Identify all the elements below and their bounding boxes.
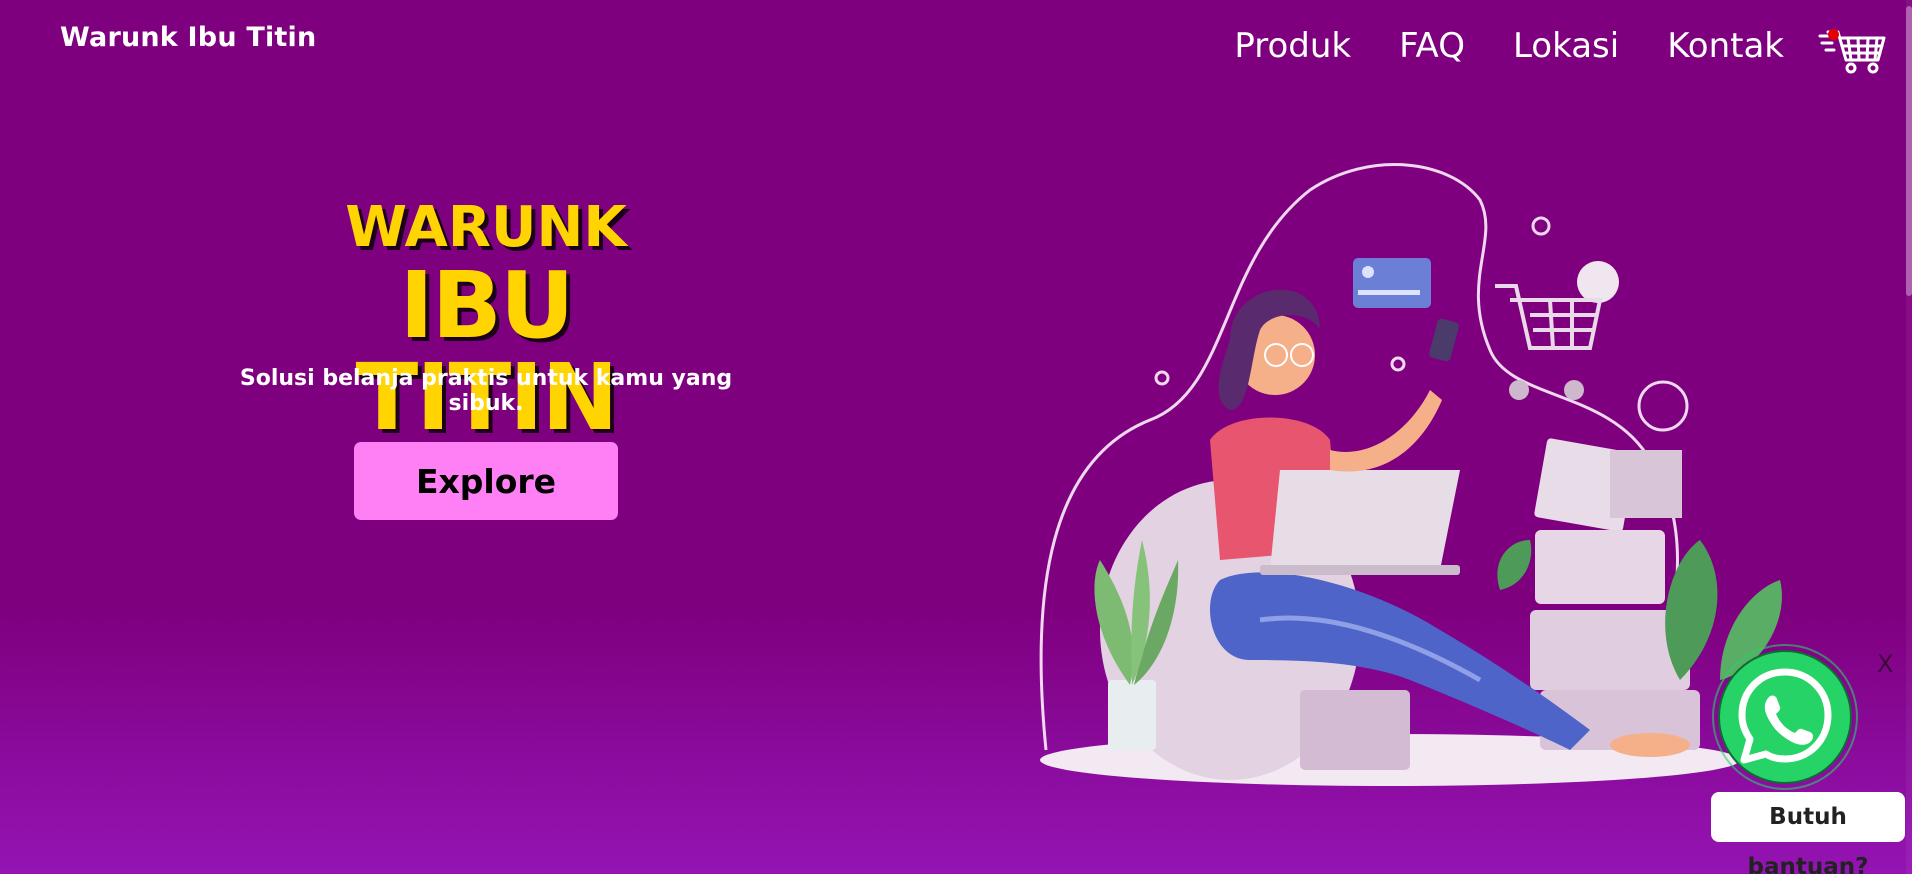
help-badge[interactable]: Butuh bantuan? — [1711, 792, 1905, 874]
hero-title-big: IBU TITIN — [355, 252, 619, 451]
nav-item-kontak[interactable]: Kontak — [1667, 24, 1784, 68]
brand-logo-text[interactable]: Warunk Ibu Titin — [60, 22, 316, 53]
whatsapp-close-button[interactable]: X — [1877, 650, 1893, 678]
page-scrollbar[interactable] — [1906, 0, 1912, 874]
nav-item-faq[interactable]: FAQ — [1399, 24, 1465, 68]
scrollbar-thumb[interactable] — [1906, 6, 1912, 296]
whatsapp-button[interactable] — [1712, 644, 1858, 790]
cart-badge — [1828, 29, 1839, 40]
main-nav: Produk FAQ Lokasi Kontak — [1234, 24, 1784, 68]
whatsapp-icon — [1712, 644, 1858, 790]
hero-tagline: Solusi belanja praktis untuk kamu yang s… — [239, 366, 733, 416]
online-shopping-illustration — [1039, 163, 1782, 786]
hero-title-small: WARUNK — [345, 195, 627, 260]
nav-item-lokasi[interactable]: Lokasi — [1513, 24, 1619, 68]
explore-button[interactable]: Explore — [354, 442, 618, 520]
cart-button[interactable] — [1818, 26, 1888, 76]
nav-item-produk[interactable]: Produk — [1234, 24, 1351, 68]
